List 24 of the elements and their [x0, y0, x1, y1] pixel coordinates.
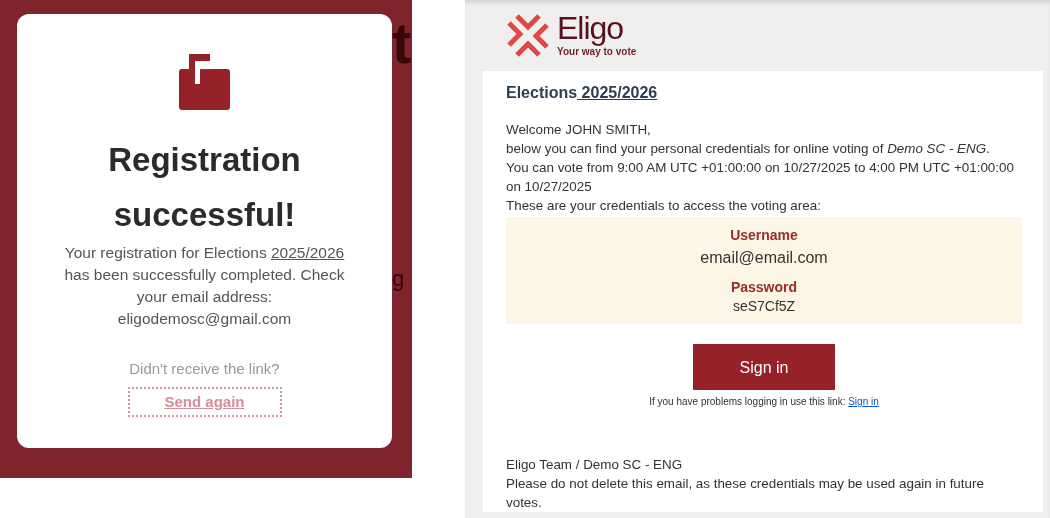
- election-link[interactable]: 2025/2026: [270, 244, 345, 261]
- sign-in-link[interactable]: Sign in: [848, 396, 879, 407]
- modal-title: Registration successful!: [107, 140, 302, 235]
- greeting-text: Welcome JOHN SMITH,: [506, 121, 652, 139]
- logo-tagline: Your way to vote: [557, 46, 637, 59]
- help-text: If you have problems logging in use this link: Sign in: [648, 395, 880, 409]
- credential-label: Username: [729, 226, 799, 245]
- credential-value: email@email.com: [699, 248, 829, 268]
- credential-value: seS7Cf5Z: [731, 297, 797, 316]
- elections-link[interactable]: 2025/2026: [577, 84, 658, 101]
- background-text: g: [392, 265, 405, 293]
- logo-icon: [507, 14, 549, 57]
- email-heading: Elections 2025/2026: [506, 83, 659, 102]
- sign-in-button[interactable]: Sign in: [693, 344, 835, 390]
- registration-message: Your registration for Elections 2025/2026 has been successfully completed. Check your email address: eligodemosc@gmail.com: [63, 243, 346, 329]
- resend-prompt: Didn't receive the link?: [129, 359, 280, 379]
- ballot-box-icon: [179, 54, 230, 110]
- schedule-text: You can vote from 9:00 AM UTC +01:00:00 on 10/27/2025 to 4:00 PM UTC +01:00:00 on 10/27/2025: [506, 159, 1015, 196]
- signature-text: Eligo Team / Demo SC - ENG: [506, 456, 684, 474]
- credential-label: Password: [729, 278, 799, 297]
- intro-text: below you can find your personal credentials for online voting of Demo SC - ENG.: [506, 140, 991, 158]
- background-text: t: [392, 14, 412, 72]
- credentials-intro: These are your credentials to access the voting area:: [506, 197, 822, 215]
- footer-note: Please do not delete this email, as these credentials may be used again in future votes.: [506, 475, 985, 512]
